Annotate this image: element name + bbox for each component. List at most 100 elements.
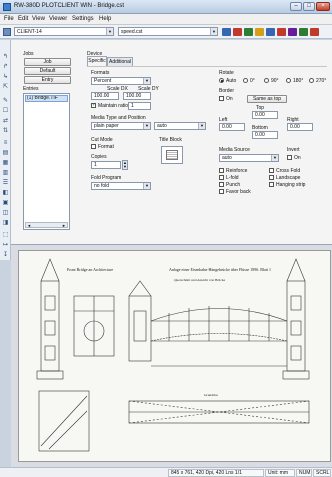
client-select[interactable]: CLIENT-14 ▼ [14,27,114,36]
plan-view [38,390,310,452]
maintain-ratio-input[interactable]: 1 [128,102,151,110]
split-left-icon[interactable]: ◧ [2,190,9,197]
formats-select[interactable]: Percent ▼ [91,77,151,85]
toolbar-icon-4[interactable] [255,28,264,36]
menu-edit[interactable]: Edit [18,16,28,22]
drawing-preview[interactable]: Front Bridge an Architecture Anlage eine… [18,250,331,462]
status-bar: 845 x 761, 420 Dpi, 420 Lns 1/1 Unit: mm… [0,467,332,477]
toolbar-icon-8[interactable] [299,28,308,36]
l-fold-checkbox[interactable] [219,175,224,180]
border-right-input[interactable]: 0.00 [287,123,313,131]
chevron-down-icon: ▼ [198,123,205,129]
settings-panel: Jobs Job Default Entry Entries (1) Bridg… [11,40,332,245]
landscape-label: Landscape [276,175,301,181]
border-top-input[interactable]: 0.00 [252,111,278,119]
minimize-button[interactable]: – [290,2,302,11]
media-source-select[interactable]: auto ▼ [219,154,279,162]
favor-back-checkbox[interactable] [219,189,224,194]
menu-help[interactable]: Help [99,16,111,22]
edit-icon[interactable]: ✎ [2,98,9,105]
menu-bar: File Edit View Viewer Settings Help [0,14,332,25]
selection-icon[interactable]: ⬚ [2,232,9,239]
menu-settings[interactable]: Settings [72,16,94,22]
menu-file[interactable]: File [4,16,14,22]
title-block-preview-icon[interactable] [161,146,183,164]
window-title: RW-380D PLOTCLIENT WIN - Bridge.cst [14,3,125,9]
default-button[interactable]: Default [24,67,71,75]
entries-scrollbar[interactable]: ◄ ► [25,222,68,228]
media-position-select[interactable]: auto ▼ [154,122,206,130]
toolbar-icon-3[interactable] [244,28,253,36]
toolbar-icon-7[interactable] [288,28,297,36]
page-icon[interactable]: ▤ [2,150,9,157]
chevron-down-icon: ▼ [143,183,150,189]
rotate-left-icon[interactable]: ↰ [2,54,9,61]
split-right-icon[interactable]: ◨ [2,220,9,227]
hanging-strip-checkbox[interactable] [269,182,274,187]
gate-tower [128,280,152,362]
border-on-checkbox[interactable] [219,96,224,101]
format-checkbox[interactable] [91,144,96,149]
close-button[interactable]: × [316,2,330,11]
printer-icon[interactable] [3,28,11,36]
border-bottom-input[interactable]: 0.00 [252,131,278,139]
same-as-top-button[interactable]: Same as top [247,95,287,103]
rotate-label: Rotate [219,70,234,76]
rotate-270-radio[interactable] [309,78,314,83]
toolbar-icon-1[interactable] [222,28,231,36]
rotate-right-icon[interactable]: ↱ [2,64,9,71]
menu-view[interactable]: View [32,16,45,22]
copies-label: Copies [91,154,107,160]
square-icon[interactable]: ▣ [2,200,9,207]
scale-dy-input[interactable]: 100.00 [123,92,151,100]
menu-lines-icon[interactable]: ☰ [2,180,9,187]
list-icon[interactable]: ≡ [2,140,9,147]
media-type-select[interactable]: plain paper ▼ [91,122,151,130]
cross-fold-checkbox[interactable] [269,168,274,173]
punch-checkbox[interactable] [219,182,224,187]
frame-icon[interactable]: ☐ [2,108,9,115]
copies-stepper[interactable]: ▲ ▼ [122,160,128,170]
reinforce-checkbox[interactable] [219,168,224,173]
toolbar-icon-2[interactable] [233,28,242,36]
panel-icon[interactable]: ◫ [2,210,9,217]
fit-icon[interactable]: ⇱ [2,84,9,91]
tab-specific[interactable]: Specific [87,56,107,66]
fold-program-select[interactable]: no fold ▼ [91,182,151,190]
arrow-down-icon[interactable]: ↧ [2,252,9,259]
speed-file-select[interactable]: speed.cst ▼ [118,27,218,36]
columns-icon[interactable]: ▥ [2,170,9,177]
toolbar-icon-5[interactable] [266,28,275,36]
scale-dx-input[interactable]: 100.00 [91,92,119,100]
rotate-90-radio[interactable] [264,78,269,83]
rotate-auto-radio[interactable] [219,78,224,83]
scroll-left-icon[interactable]: ◄ [27,223,31,228]
hanging-strip-label: Hanging strip [276,182,306,188]
move-down-icon[interactable]: ↳ [2,74,9,81]
invert-on-checkbox[interactable] [287,155,292,160]
toolbar-icon-9[interactable] [310,28,319,36]
media-source-label: Media Source [219,147,250,153]
status-num: NUM [296,469,312,477]
border-label: Border [219,88,235,94]
maximize-button[interactable]: □ [303,2,315,11]
list-item[interactable]: (1) Bridge.TIF [25,95,68,102]
maintain-ratio-checkbox[interactable] [91,102,96,108]
swap-horizontal-icon[interactable]: ⇄ [2,118,9,125]
border-left-input[interactable]: 0.00 [219,123,245,131]
swap-vertical-icon[interactable]: ⇅ [2,128,9,135]
menu-viewer[interactable]: Viewer [49,16,67,22]
rotate-180-radio[interactable] [286,78,291,83]
toolbar-icon-6[interactable] [277,28,286,36]
arrow-right-icon[interactable]: ↦ [2,242,9,249]
rotate-270-label: 270° [316,78,327,84]
rotate-0-radio[interactable] [243,78,248,83]
job-button[interactable]: Job [24,58,71,66]
copies-input[interactable]: 1 [91,161,121,169]
rotate-0-label: 0° [250,78,255,84]
landscape-checkbox[interactable] [269,175,274,180]
scroll-right-icon[interactable]: ► [62,223,66,228]
grid-icon[interactable]: ▦ [2,160,9,167]
entry-button[interactable]: Entry [24,76,71,84]
tab-additional[interactable]: Additional [107,57,133,66]
